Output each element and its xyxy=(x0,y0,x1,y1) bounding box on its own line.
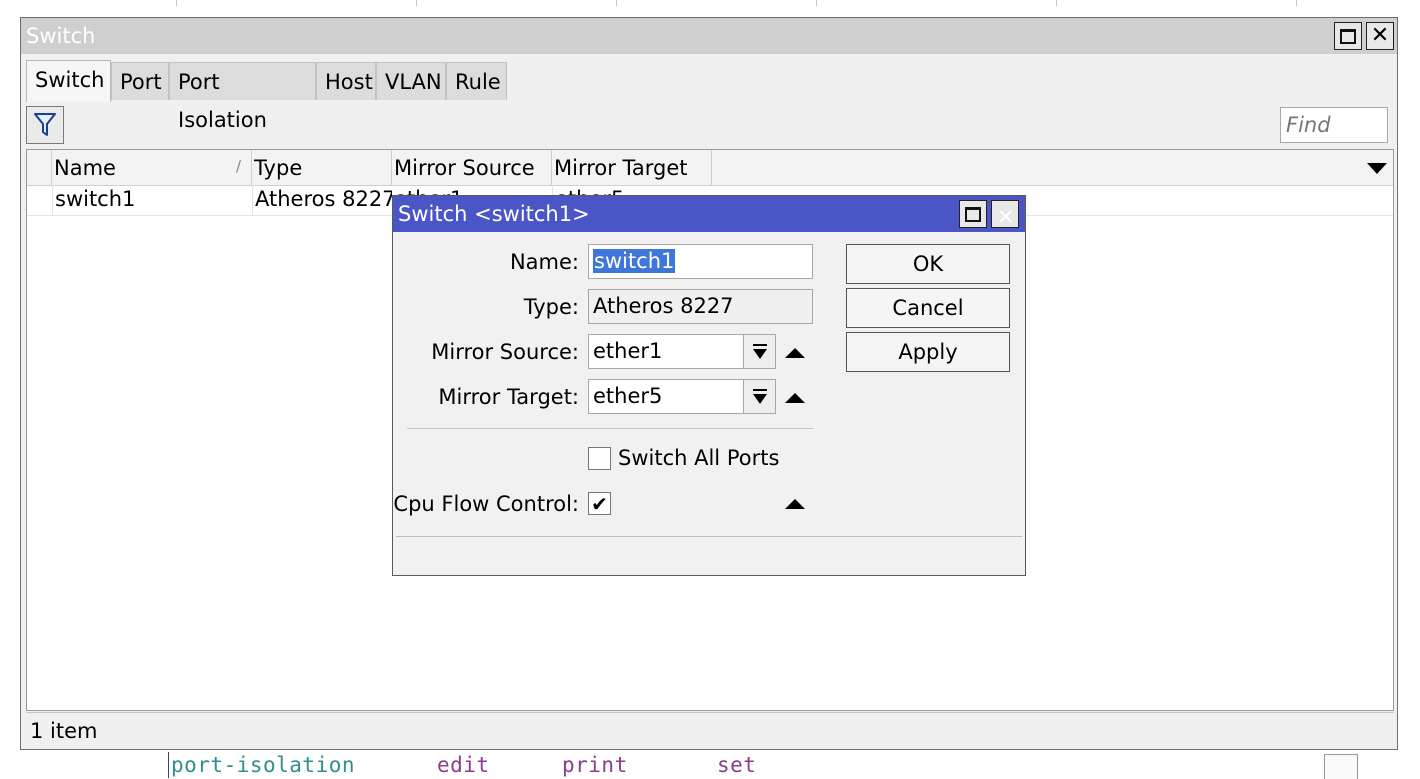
switch-edit-dialog: Switch <switch1> ✕ Name: switch1 Type: A… xyxy=(392,195,1026,576)
mirror-source-field[interactable]: ether1 xyxy=(588,334,744,369)
tab-rule[interactable]: Rule xyxy=(446,62,507,100)
cell-name: switch1 xyxy=(52,185,252,215)
apply-button[interactable]: Apply xyxy=(846,332,1010,372)
dialog-status-bar xyxy=(396,536,1022,573)
dialog-titlebar[interactable]: Switch <switch1> ✕ xyxy=(393,196,1025,232)
switch-all-ports-label: Switch All Ports xyxy=(618,446,780,470)
switch-all-ports-checkbox[interactable] xyxy=(588,447,611,470)
tab-port[interactable]: Port xyxy=(111,62,169,100)
toolbar xyxy=(26,104,1394,146)
tab-host[interactable]: Host xyxy=(316,62,376,100)
column-header-type[interactable]: Type xyxy=(252,150,392,185)
maximize-button[interactable] xyxy=(1334,22,1362,50)
terminal-scrollbar[interactable] xyxy=(1324,754,1358,779)
filter-button[interactable] xyxy=(26,106,64,144)
separator xyxy=(407,428,813,429)
maximize-icon xyxy=(1340,28,1356,44)
filter-icon xyxy=(34,113,56,136)
dialog-title: Switch <switch1> xyxy=(398,202,590,226)
row-marker-header xyxy=(27,150,52,185)
mirror-source-up-arrow-icon[interactable] xyxy=(785,348,805,358)
mirror-target-dropdown-button[interactable] xyxy=(743,379,776,414)
close-icon: ✕ xyxy=(997,205,1015,229)
tab-port-isolation[interactable]: Port Isolation xyxy=(169,62,316,132)
cpu-flow-control-checkbox[interactable]: ✔ xyxy=(588,492,611,515)
cancel-button[interactable]: Cancel xyxy=(846,288,1010,328)
cpu-flow-control-up-arrow-icon[interactable] xyxy=(785,499,805,509)
cpu-flow-control-label: Cpu Flow Control: xyxy=(393,492,579,516)
sort-indicator-icon: / xyxy=(235,157,241,175)
terminal-keyword-set: set xyxy=(717,753,757,777)
name-field[interactable]: switch1 xyxy=(588,244,813,279)
column-header-name[interactable]: Name / xyxy=(52,150,252,185)
table-header: Name / Type Mirror Source Mirror Target xyxy=(27,150,1393,186)
background-top-strip xyxy=(0,0,1420,8)
cell-type: Atheros 8227 xyxy=(252,185,392,215)
maximize-icon xyxy=(965,206,981,222)
terminal-line: port-isolation edit print set xyxy=(168,752,1329,778)
window-title: Switch xyxy=(26,24,96,48)
mirror-target-up-arrow-icon[interactable] xyxy=(785,393,805,403)
window-titlebar[interactable]: Switch ✕ xyxy=(21,18,1397,54)
terminal-keyword-print: print xyxy=(562,753,628,777)
dialog-maximize-button[interactable] xyxy=(959,200,987,228)
column-header-mirror-source[interactable]: Mirror Source xyxy=(392,150,552,185)
find-input[interactable] xyxy=(1280,107,1388,143)
close-button[interactable]: ✕ xyxy=(1366,22,1394,50)
mirror-source-dropdown-button[interactable] xyxy=(743,334,776,369)
tab-vlan[interactable]: VLAN xyxy=(376,62,446,100)
mirror-target-field[interactable]: ether5 xyxy=(588,379,744,414)
name-label: Name: xyxy=(509,250,579,274)
tab-switch[interactable]: Switch xyxy=(26,60,111,102)
type-label: Type: xyxy=(523,295,579,319)
type-field: Atheros 8227 xyxy=(588,289,813,324)
mirror-target-label: Mirror Target: xyxy=(438,385,579,409)
mirror-source-label: Mirror Source: xyxy=(431,340,579,364)
column-label: Name xyxy=(54,156,116,180)
terminal-keyword-edit: edit xyxy=(437,753,490,777)
terminal-command: port-isolation xyxy=(171,753,356,777)
column-header-mirror-target[interactable]: Mirror Target xyxy=(552,150,712,185)
dialog-close-button[interactable]: ✕ xyxy=(991,200,1019,228)
ok-button[interactable]: OK xyxy=(846,244,1010,284)
dropdown-arrow-icon xyxy=(752,343,767,359)
check-icon: ✔ xyxy=(591,492,608,516)
name-value: switch1 xyxy=(593,249,676,273)
columns-dropdown-icon[interactable] xyxy=(1367,163,1387,174)
close-icon: ✕ xyxy=(1370,23,1390,48)
dropdown-arrow-icon xyxy=(752,388,767,404)
status-bar: 1 item xyxy=(26,712,1394,748)
